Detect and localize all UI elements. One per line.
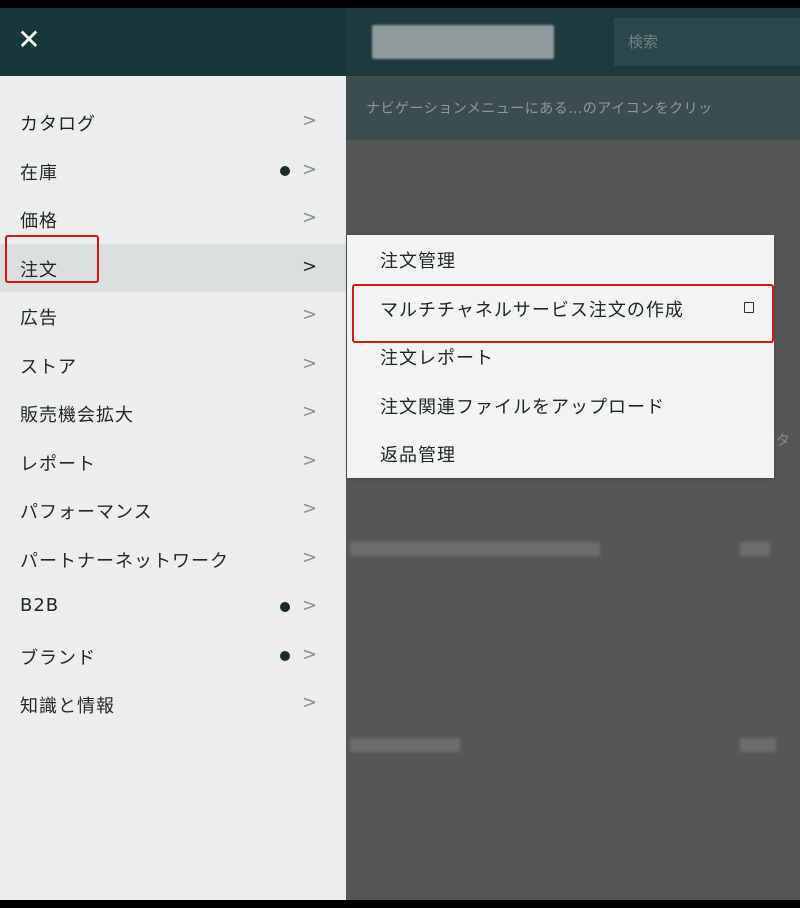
info-banner-text: ナビゲーションメニューにある…のアイコンをクリッ <box>366 101 713 117</box>
nav-item-label: 知識と情報 <box>20 696 115 717</box>
nav-item-label: 価格 <box>20 211 58 232</box>
nav-item[interactable]: ストア > <box>0 341 346 390</box>
nav-list: カタログ > 在庫 > 価格 > 注文 > 広告 > ストア > 販売機会拡大 > レポート > パフォーマンス… <box>0 76 346 729</box>
app-header: 検索 <box>346 8 800 76</box>
nav-item[interactable]: パフォーマンス > <box>0 486 346 535</box>
chevron-right-icon: > <box>302 352 318 374</box>
store-name-blurred <box>372 25 554 59</box>
nav-item-label: 販売機会拡大 <box>20 405 134 426</box>
info-banner: ナビゲーションメニューにある…のアイコンをクリッ <box>346 76 800 140</box>
chevron-right-icon: > <box>302 304 318 325</box>
highlight-box-mcf-order <box>352 284 774 343</box>
chevron-right-icon: > <box>302 449 318 471</box>
blurred-content <box>740 738 776 752</box>
submenu-item[interactable]: 注文関連ファイルをアップロード <box>347 381 774 430</box>
nav-item-label: カタログ <box>20 114 96 135</box>
nav-item[interactable]: レポート > <box>0 438 346 487</box>
nav-header: ✕ <box>0 8 346 76</box>
chevron-right-icon: > <box>302 498 318 519</box>
nav-item-label: パートナーネットワーク <box>20 550 229 572</box>
nav-item-label: 在庫 <box>20 162 58 184</box>
close-icon[interactable]: ✕ <box>16 25 42 55</box>
nav-item[interactable]: 在庫 > <box>0 147 346 196</box>
nav-item[interactable]: B2B > <box>0 583 346 632</box>
blurred-content <box>740 542 770 556</box>
chevron-right-icon: > <box>302 110 318 131</box>
nav-item[interactable]: 販売機会拡大 > <box>0 389 346 438</box>
nav-item-label: パフォーマンス <box>20 502 153 523</box>
chevron-right-icon: > <box>302 158 318 180</box>
nav-item[interactable]: カタログ > <box>0 98 346 147</box>
screen: 検索 ナビゲーションメニューにある…のアイコンをクリッ ータ ✕ カタログ > 在庫… <box>0 8 800 900</box>
nav-item[interactable]: パートナーネットワーク > <box>0 535 346 584</box>
nav-item-label: ストア <box>20 356 77 378</box>
notification-dot-icon <box>280 650 290 661</box>
blurred-content <box>350 738 460 752</box>
nav-item[interactable]: ブランド > <box>0 632 346 681</box>
notification-dot-icon <box>280 165 290 176</box>
submenu-item-label: 注文管理 <box>380 251 456 272</box>
chevron-right-icon: > <box>302 643 318 665</box>
nav-item-label: B2B <box>20 595 60 616</box>
nav-item-label: 広告 <box>20 308 58 329</box>
submenu-item-label: 注文関連ファイルをアップロード <box>380 396 665 418</box>
submenu-item-label: 注文レポート <box>380 348 494 369</box>
chevron-right-icon: > <box>302 546 318 568</box>
nav-item[interactable]: 広告 > <box>0 292 346 341</box>
chevron-right-icon: > <box>302 401 318 422</box>
nav-item[interactable]: 知識と情報 > <box>0 680 346 729</box>
submenu-item-label: 返品管理 <box>380 445 456 466</box>
chevron-right-icon: > <box>302 207 318 228</box>
search-input[interactable]: 検索 <box>614 18 800 66</box>
chevron-right-icon: > <box>302 595 318 616</box>
chevron-right-icon: > <box>302 255 318 277</box>
highlight-box-orders <box>5 235 99 283</box>
notification-dot-icon <box>280 602 290 612</box>
nav-item-label: ブランド <box>20 647 96 669</box>
navigation-menu: ✕ カタログ > 在庫 > 価格 > 注文 > 広告 > ストア > 販売機会拡大 > レポート > パフォーマ… <box>0 8 346 900</box>
submenu-item[interactable]: 注文管理 <box>347 235 774 284</box>
nav-item-label: レポート <box>20 453 96 475</box>
submenu-item[interactable]: 返品管理 <box>347 429 774 478</box>
blurred-content <box>350 542 600 556</box>
orders-submenu: 注文管理 マルチチャネルサービス注文の作成 注文レポート 注文関連ファイルをアップロー… <box>347 235 774 478</box>
chevron-right-icon: > <box>302 692 318 713</box>
